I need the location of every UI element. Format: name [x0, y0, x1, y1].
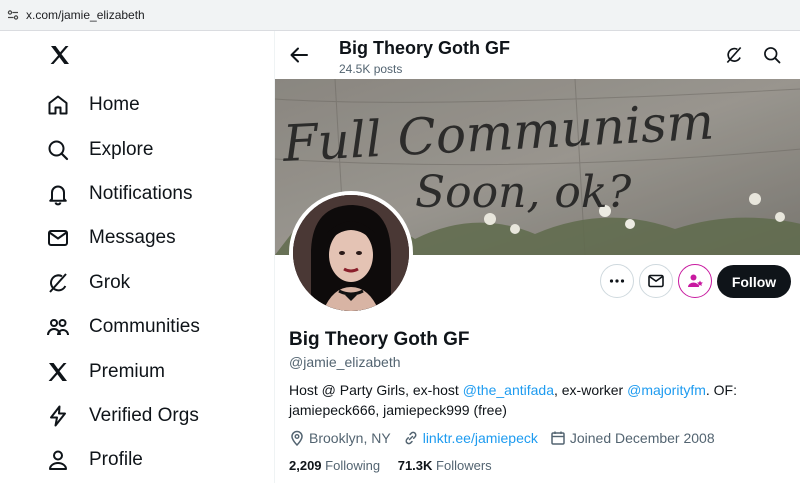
url-text[interactable]: x.com/jamie_elizabeth — [26, 8, 145, 22]
website-link[interactable]: linktr.ee/jamiepeck — [423, 430, 538, 446]
nav-item-communities[interactable]: Communities — [46, 312, 200, 342]
profile-bio: Host @ Party Girls, ex-host @the_antifad… — [289, 380, 779, 420]
follow-stats: 2,209 Following 71.3K Followers — [289, 458, 506, 473]
communities-icon — [47, 319, 69, 336]
nav-label: Profile — [89, 449, 143, 470]
follow-button[interactable]: Follow — [717, 265, 791, 298]
nav-label: Messages — [89, 227, 176, 248]
nav-item-grok[interactable]: Grok — [46, 268, 130, 298]
home-icon — [48, 95, 68, 115]
browser-address-bar[interactable]: x.com/jamie_elizabeth — [0, 0, 800, 31]
join-date: Joined December 2008 — [550, 430, 715, 446]
bell-icon — [49, 185, 67, 206]
join-date-text: Joined December 2008 — [569, 430, 715, 446]
following-link[interactable]: 2,209 Following — [289, 458, 380, 473]
x-logo-icon[interactable] — [48, 43, 72, 67]
ellipsis-icon — [609, 279, 625, 283]
nav-item-verified-orgs[interactable]: Verified Orgs — [46, 401, 199, 431]
nav-label: Verified Orgs — [89, 405, 199, 426]
nav-item-home[interactable]: Home — [46, 90, 140, 120]
subscribe-button[interactable] — [678, 264, 712, 298]
location-pin-icon — [291, 430, 303, 446]
website[interactable]: linktr.ee/jamiepeck — [403, 430, 538, 446]
site-settings-icon[interactable] — [7, 9, 19, 21]
avatar[interactable] — [289, 191, 413, 315]
profile-meta: Brooklyn, NY linktr.ee/jamiepeck Joined … — [289, 428, 727, 448]
x-logo-icon — [48, 363, 67, 381]
lightning-icon — [50, 405, 66, 427]
message-button[interactable] — [639, 264, 673, 298]
mail-icon — [48, 230, 68, 246]
followers-link[interactable]: 71.3K Followers — [398, 458, 492, 473]
nav-item-premium[interactable]: Premium — [46, 357, 165, 387]
bio-text: Host @ Party Girls, ex-host — [289, 382, 463, 398]
nav-item-notifications[interactable]: Notifications — [46, 179, 193, 209]
nav-label: Grok — [89, 272, 131, 293]
sidebar-nav: Home Explore Notifications Messages Grok… — [0, 31, 274, 483]
nav-item-profile[interactable]: Profile — [46, 445, 143, 475]
bio-link-antifada[interactable]: @the_antifada — [463, 382, 554, 398]
profile-header: Big Theory Goth GF 24.5K posts — [275, 31, 800, 79]
followers-count: 71.3K — [397, 458, 433, 473]
bio-link-majorityfm[interactable]: @majorityfm — [627, 382, 706, 398]
page-title: Big Theory Goth GF — [339, 38, 510, 58]
profile-handle: @jamie_elizabeth — [289, 354, 401, 370]
nav-item-messages[interactable]: Messages — [46, 223, 176, 253]
person-icon — [49, 450, 67, 470]
back-arrow-icon[interactable] — [288, 44, 310, 66]
profile-column: Big Theory Goth GF 24.5K posts Full Comm… — [274, 31, 800, 483]
nav-label: Explore — [89, 139, 154, 160]
bio-text: , ex-worker — [553, 382, 628, 398]
nav-label: Premium — [89, 361, 166, 382]
nav-label: Notifications — [89, 183, 193, 204]
grok-icon[interactable] — [724, 45, 744, 65]
link-icon — [405, 431, 417, 445]
nav-label: Communities — [89, 316, 200, 337]
grok-icon — [49, 273, 67, 293]
search-icon[interactable] — [762, 45, 782, 65]
profile-name: Big Theory Goth GF — [289, 329, 470, 350]
location: Brooklyn, NY — [289, 430, 391, 446]
location-text: Brooklyn, NY — [309, 430, 391, 446]
nav-label: Home — [89, 94, 140, 115]
subscribe-icon — [688, 274, 703, 287]
followers-label: Followers — [436, 458, 492, 473]
more-options-button[interactable] — [600, 264, 634, 298]
mail-icon — [648, 274, 664, 288]
search-icon — [48, 140, 69, 161]
following-count: 2,209 — [289, 458, 322, 473]
calendar-icon — [551, 431, 565, 445]
following-label: Following — [325, 458, 381, 473]
nav-item-explore[interactable]: Explore — [46, 135, 153, 165]
graffiti-line-2: Soon, ok? — [415, 167, 632, 218]
post-count: 24.5K posts — [339, 62, 403, 76]
